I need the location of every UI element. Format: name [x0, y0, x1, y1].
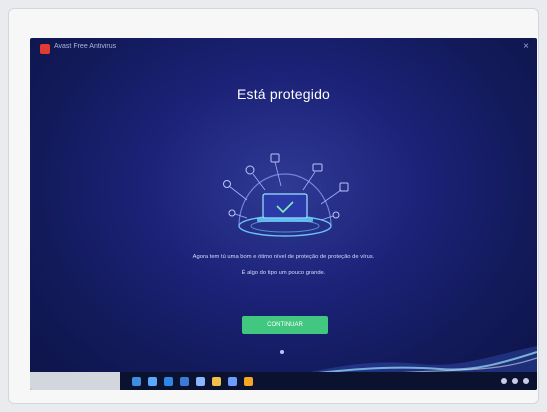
close-icon[interactable]: ×	[523, 41, 529, 52]
photo-frame: Avast Free Antivirus × Está protegido Ag…	[8, 8, 539, 404]
volume-icon[interactable]	[512, 378, 518, 384]
notification-icon[interactable]	[523, 378, 529, 384]
title-bar: Avast Free Antivirus ×	[30, 38, 537, 58]
status-submessage: É algo do tipo um pouco grande.	[241, 270, 326, 276]
taskbar	[30, 372, 537, 390]
avast-logo-icon	[40, 44, 50, 54]
status-message: Agora tem tú uma bom e ótimo nível de pr…	[192, 254, 375, 260]
app-title: Avast Free Antivirus	[54, 43, 117, 50]
task-view-icon[interactable]	[148, 376, 157, 386]
status-title: Está protegido	[236, 86, 331, 102]
explorer-icon[interactable]	[212, 376, 221, 386]
app-window: Avast Free Antivirus × Está protegido Ag…	[30, 38, 537, 390]
network-icon[interactable]	[501, 378, 507, 384]
store-icon[interactable]	[180, 376, 189, 386]
taskbar-search-input[interactable]	[30, 372, 120, 390]
continue-button[interactable]: CONTINUAR	[242, 316, 328, 334]
laptop-shield-icon	[223, 153, 349, 237]
page-indicator	[280, 350, 284, 354]
taskbar-icons	[132, 376, 253, 386]
avast-icon[interactable]	[244, 376, 253, 386]
mail-icon[interactable]	[196, 376, 205, 386]
system-tray	[501, 378, 529, 384]
start-icon[interactable]	[132, 376, 141, 386]
photos-icon[interactable]	[228, 376, 237, 386]
edge-icon[interactable]	[164, 376, 173, 386]
